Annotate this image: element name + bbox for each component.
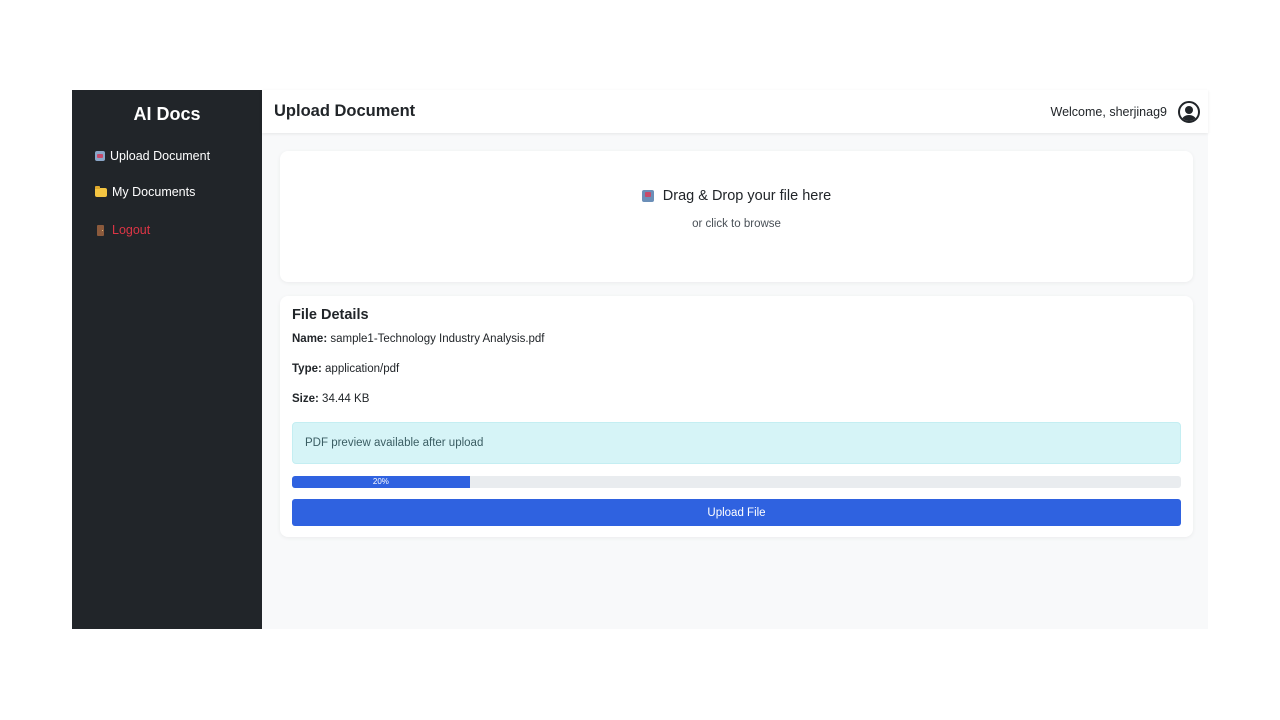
- dropzone-subtitle: or click to browse: [692, 218, 781, 230]
- welcome-text: Welcome, sherjinag9: [1050, 104, 1168, 119]
- file-name-label: Name:: [292, 333, 328, 345]
- inbox-tray-icon: [641, 190, 654, 202]
- folder-icon: [95, 186, 107, 197]
- file-name-row: Name: sample1-Technology Industry Analys…: [292, 332, 1181, 346]
- preview-alert: PDF preview available after upload: [292, 422, 1181, 464]
- sidebar-item-my-documents[interactable]: My Documents: [72, 182, 262, 202]
- page-title: Upload Document: [274, 102, 416, 120]
- file-name-value: sample1-Technology Industry Analysis.pdf: [330, 333, 545, 345]
- logout-label: Logout: [112, 223, 151, 237]
- upload-file-button[interactable]: Upload File: [292, 499, 1181, 526]
- top-header: Upload Document Welcome, sherjinag9: [262, 90, 1208, 133]
- file-type-label: Type:: [292, 363, 322, 375]
- file-type-value: application/pdf: [325, 363, 400, 375]
- file-size-label: Size:: [292, 393, 319, 405]
- main-content: Upload Document Welcome, sherjinag9 Drag…: [262, 90, 1208, 629]
- file-size-row: Size: 34.44 KB: [292, 392, 1181, 406]
- file-details-card: File Details Name: sample1-Technology In…: [280, 296, 1193, 537]
- inbox-tray-icon: [95, 151, 105, 161]
- file-size-value: 34.44 KB: [322, 393, 370, 405]
- brand-logo: AI Docs: [133, 104, 201, 124]
- file-type-row: Type: application/pdf: [292, 362, 1181, 376]
- dropzone-title-text: Drag & Drop your file here: [662, 188, 832, 204]
- user-circle-icon[interactable]: [1178, 100, 1200, 123]
- upload-progress: 20%: [292, 476, 1181, 488]
- sidebar-item-logout[interactable]: Logout: [72, 220, 262, 240]
- sidebar: AI Docs Upload Document My Documents Log…: [72, 90, 262, 629]
- file-dropzone[interactable]: Drag & Drop your file here or click to b…: [280, 151, 1193, 282]
- sidebar-item-label: Upload Document: [110, 149, 211, 163]
- sidebar-item-upload-document[interactable]: Upload Document: [72, 146, 262, 166]
- door-icon: [97, 224, 104, 236]
- file-details-title: File Details: [292, 307, 369, 323]
- upload-progress-bar: 20%: [292, 476, 470, 488]
- sidebar-item-label: My Documents: [112, 185, 196, 199]
- user-area: Welcome, sherjinag9: [1050, 100, 1200, 123]
- dropzone-title: Drag & Drop your file here: [280, 188, 1193, 204]
- app-window: AI Docs Upload Document My Documents Log…: [72, 90, 1208, 629]
